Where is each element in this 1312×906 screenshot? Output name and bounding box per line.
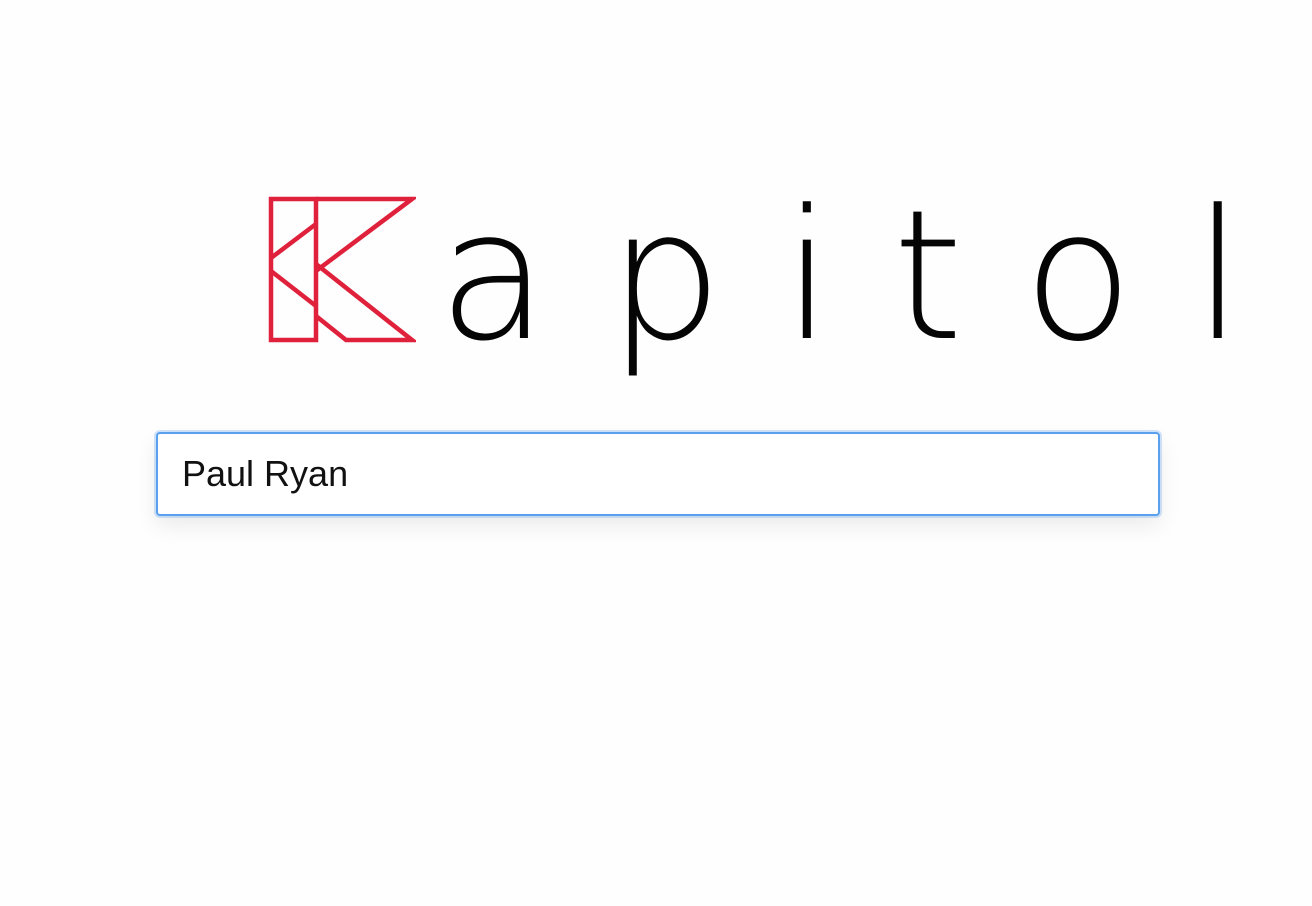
search-input[interactable] [158, 434, 1158, 514]
k-logo-mark-icon [268, 196, 416, 343]
kapitol-logo: apitol [268, 187, 1243, 386]
search-box[interactable] [156, 432, 1160, 516]
page: apitol [0, 0, 1312, 906]
brand-wordmark: apitol [438, 172, 1304, 381]
